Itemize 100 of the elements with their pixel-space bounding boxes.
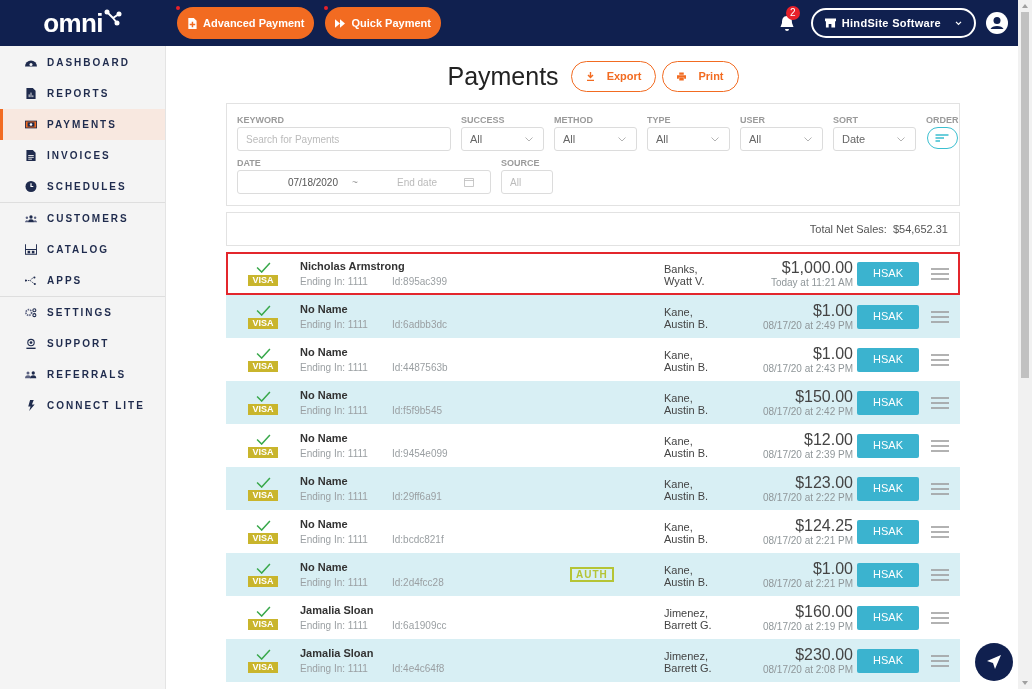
payment-row[interactable]: VISA Nicholas Armstrong Ending In: 1111 Id:895ac399 Banks, Wyatt V. $1,000.00 Today at 11:21 AM HSAK bbox=[226, 252, 960, 295]
payment-row[interactable]: VISA No Name Ending In: 1111 Id:2d4fcc28 AUTH Kane, Austin B. $1.00 08/17/20 at 2:21 PM HSAK bbox=[226, 553, 960, 596]
sidebar-item[interactable]: REPORTS bbox=[0, 78, 165, 109]
payment-row[interactable]: VISA Jamalia Sloan Ending In: 1111 Id:4e4c64f8 Jimenez, Barrett G. $230.00 08/17/20 at 2:08 PM HSAK bbox=[226, 639, 960, 682]
user-name-line: Austin B. bbox=[664, 532, 710, 545]
customer-name: No Name bbox=[300, 430, 349, 445]
menu-icon[interactable] bbox=[931, 439, 949, 452]
menu-icon[interactable] bbox=[931, 353, 949, 366]
logo: omni bbox=[43, 10, 103, 36]
sidebar-item[interactable]: CATALOG bbox=[0, 234, 165, 265]
card-ending: Ending In: 1111 bbox=[300, 360, 369, 375]
payment-row[interactable]: VISA No Name Ending In: 1111 Id:6adbb3dc Kane, Austin B. $1.00 08/17/20 at 2:49 PM HSAK bbox=[226, 295, 960, 338]
payment-time: 08/17/20 at 2:19 PM bbox=[762, 620, 853, 633]
card-ending: Ending In: 1111 bbox=[300, 618, 369, 633]
payment-id: Id:9454e099 bbox=[392, 446, 448, 461]
customer-name: No Name bbox=[300, 301, 349, 316]
chevron-down-icon bbox=[897, 136, 905, 142]
user-name-line: Kane, bbox=[664, 434, 694, 447]
clock-icon bbox=[25, 181, 37, 192]
filter-label: ORDER bbox=[926, 114, 959, 127]
customer-name: No Name bbox=[300, 344, 349, 359]
search-field[interactable]: Search for Payments bbox=[237, 127, 451, 151]
customer-name: Jamalia Sloan bbox=[300, 645, 375, 660]
menu-icon[interactable] bbox=[931, 611, 949, 624]
card-brand-label: VISA bbox=[248, 618, 278, 630]
filter-label: SUCCESS bbox=[461, 114, 506, 127]
filter-label: METHOD bbox=[554, 114, 594, 127]
user-name-line: Austin B. bbox=[664, 489, 710, 502]
card-brand-label: VISA bbox=[248, 274, 278, 286]
filter-label: SORT bbox=[833, 114, 859, 127]
source-field[interactable]: All bbox=[501, 170, 553, 194]
filter-dropdown[interactable]: Date bbox=[833, 127, 916, 151]
filter-label: SOURCE bbox=[501, 157, 541, 170]
payment-time: 08/17/20 at 2:22 PM bbox=[762, 491, 853, 504]
payment-amount: $1,000.00 bbox=[781, 258, 853, 277]
account-button[interactable]: HindSite Software bbox=[810, 8, 976, 38]
chat-button[interactable] bbox=[975, 643, 1013, 681]
user-name-line: Austin B. bbox=[664, 360, 710, 373]
sidebar-item[interactable]: DASHBOARD bbox=[0, 47, 165, 78]
sidebar-item[interactable]: PAYMENTS bbox=[0, 109, 165, 140]
payment-id: Id:bcdc821f bbox=[392, 532, 444, 547]
user-name-line: Jimenez, bbox=[664, 606, 710, 619]
date-range-field[interactable]: 07/18/2020 ~ End date bbox=[237, 170, 491, 194]
store-icon bbox=[824, 18, 836, 28]
payment-amount: $160.00 bbox=[795, 602, 853, 621]
scrollbar[interactable] bbox=[1018, 0, 1032, 689]
sidebar-item[interactable]: CONNECT LITE bbox=[0, 390, 165, 421]
network-icon bbox=[25, 275, 37, 286]
payment-time: 08/17/20 at 2:21 PM bbox=[762, 577, 853, 590]
payment-row[interactable]: VISA No Name Ending In: 1111 Id:f5f9b545 Kane, Austin B. $150.00 08/17/20 at 2:42 PM HSAK bbox=[226, 381, 960, 424]
menu-icon[interactable] bbox=[931, 396, 949, 409]
customer-name: No Name bbox=[300, 559, 349, 574]
user-icon[interactable] bbox=[986, 12, 1008, 34]
scroll-down-icon[interactable] bbox=[1021, 679, 1029, 687]
payment-amount: $1.00 bbox=[812, 559, 853, 578]
sidebar-item[interactable]: REFERRALS bbox=[0, 359, 165, 390]
user-name-line: Austin B. bbox=[664, 317, 710, 330]
card-brand-label: VISA bbox=[248, 317, 278, 329]
menu-icon[interactable] bbox=[931, 525, 949, 538]
menu-icon[interactable] bbox=[931, 568, 949, 581]
card-ending: Ending In: 1111 bbox=[300, 274, 369, 289]
payment-row[interactable]: VISA No Name Ending In: 1111 Id:29ff6a91 Kane, Austin B. $123.00 08/17/20 at 2:22 PM HSAK bbox=[226, 467, 960, 510]
user-name-line: Kane, bbox=[664, 305, 694, 318]
filter-dropdown[interactable]: All bbox=[554, 127, 637, 151]
filter-dropdown[interactable]: All bbox=[461, 127, 544, 151]
payment-amount: $1.00 bbox=[812, 344, 853, 363]
total-net-sales: Total Net Sales: $54,652.31 bbox=[809, 221, 948, 237]
sidebar-item[interactable]: CUSTOMERS bbox=[0, 203, 165, 234]
filter-label: DATE bbox=[237, 157, 262, 170]
chevron-down-icon bbox=[711, 136, 719, 142]
sidebar-item[interactable]: SUPPORT bbox=[0, 328, 165, 359]
card-ending: Ending In: 1111 bbox=[300, 575, 369, 590]
payment-time: Today at 11:21 AM bbox=[770, 276, 853, 289]
people-icon bbox=[25, 369, 37, 380]
payment-id: Id:6adbb3dc bbox=[392, 317, 448, 332]
customer-name: No Name bbox=[300, 387, 349, 402]
sidebar-item[interactable]: SETTINGS bbox=[0, 297, 165, 328]
shelf-icon bbox=[25, 244, 37, 255]
payment-amount: $1.00 bbox=[812, 301, 853, 320]
payment-time: 08/17/20 at 2:49 PM bbox=[762, 319, 853, 332]
sidebar-item[interactable]: SCHEDULES bbox=[0, 171, 165, 202]
menu-icon[interactable] bbox=[931, 654, 949, 667]
scroll-up-icon[interactable] bbox=[1021, 2, 1029, 10]
filter-dropdown[interactable]: All bbox=[647, 127, 730, 151]
payment-time: 08/17/20 at 2:08 PM bbox=[762, 663, 853, 676]
filter-dropdown[interactable]: All bbox=[740, 127, 823, 151]
scroll-thumb[interactable] bbox=[1021, 12, 1029, 378]
chevron-down-icon bbox=[955, 20, 962, 26]
payment-amount: $123.00 bbox=[795, 473, 853, 492]
card-ending: Ending In: 1111 bbox=[300, 489, 369, 504]
menu-icon[interactable] bbox=[931, 310, 949, 323]
menu-icon[interactable] bbox=[931, 482, 949, 495]
payment-id: Id:f5f9b545 bbox=[392, 403, 443, 418]
gears-icon bbox=[25, 307, 37, 318]
filter-label: TYPE bbox=[647, 114, 672, 127]
chevron-down-icon bbox=[618, 136, 626, 142]
sidebar-item[interactable]: APPS bbox=[0, 265, 165, 296]
sidebar-item[interactable]: INVOICES bbox=[0, 140, 165, 171]
download-icon bbox=[585, 72, 595, 81]
menu-icon[interactable] bbox=[931, 267, 949, 280]
